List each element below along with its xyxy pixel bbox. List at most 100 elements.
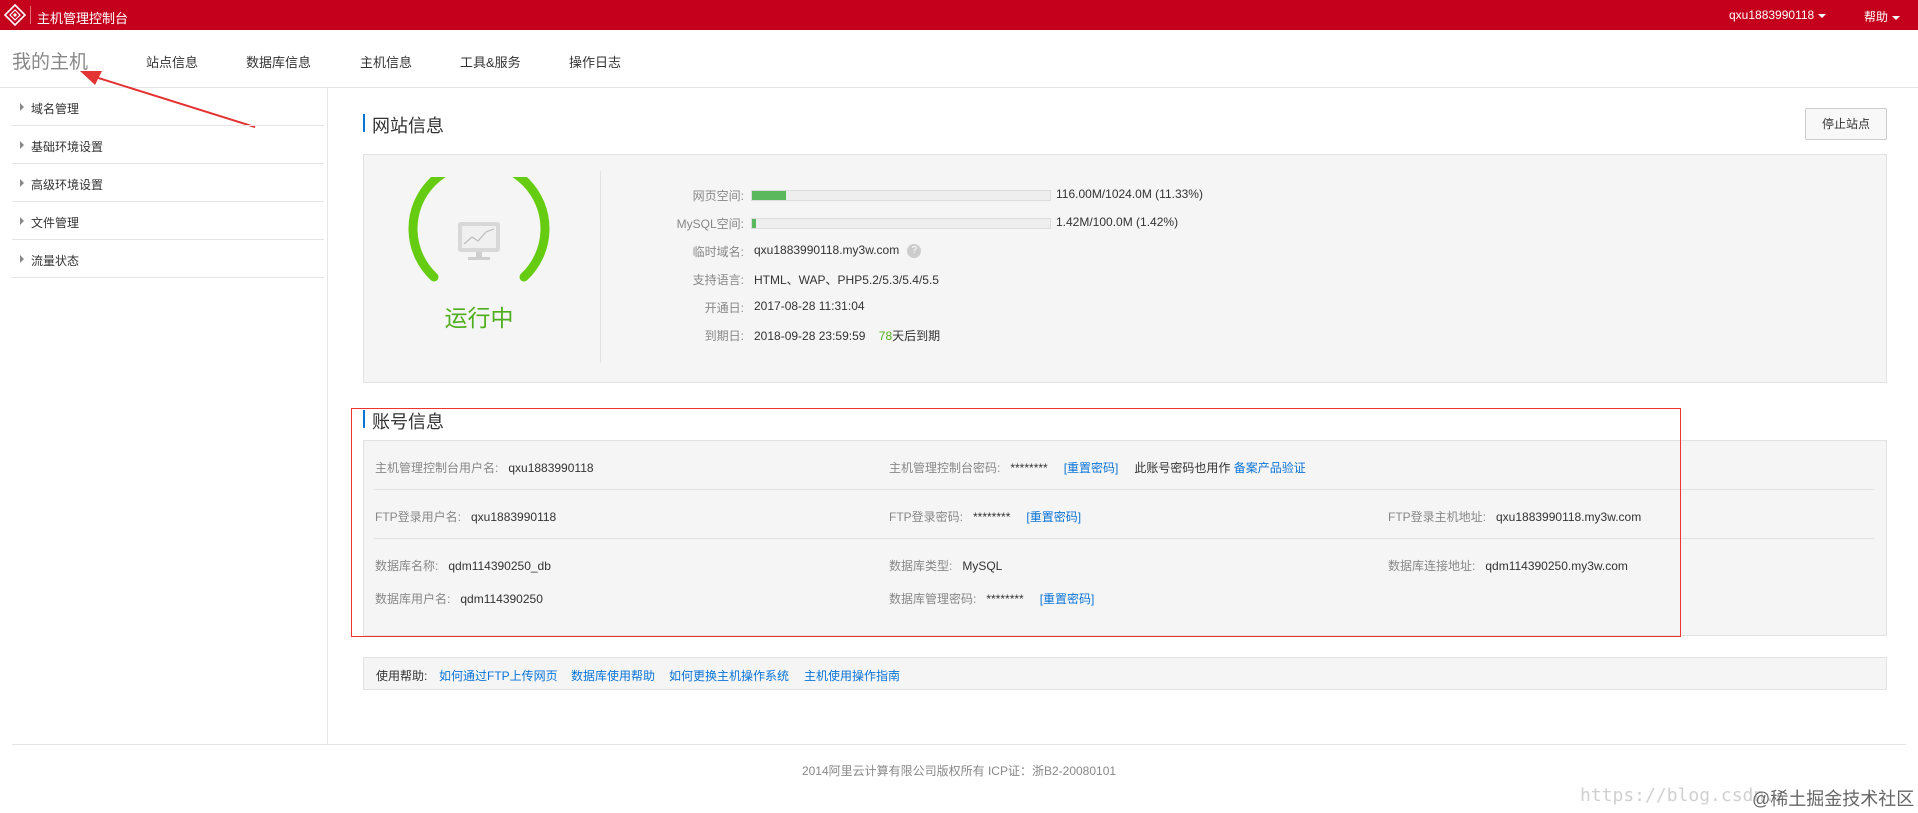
- help-label: 帮助: [1864, 10, 1889, 24]
- ftp-username-field: FTP登录用户名: qxu1883990118: [375, 508, 556, 525]
- sidebar-item-advanced-env[interactable]: 高级环境设置: [12, 164, 324, 202]
- sidebar-item-label: 域名管理: [31, 102, 80, 116]
- expire-date-value: 2018-09-28 23:59:59: [754, 329, 866, 343]
- web-space-fill: [752, 191, 786, 200]
- nav-item-tools-services[interactable]: 工具&服务: [460, 52, 521, 71]
- sidebar-item-domain[interactable]: 域名管理: [12, 88, 324, 126]
- open-date-value: 2017-08-28 11:31:04: [754, 299, 865, 313]
- row-divider: [374, 489, 1874, 490]
- help-link-ftp-upload[interactable]: 如何通过FTP上传网页: [439, 667, 558, 684]
- sidebar-item-label: 文件管理: [31, 216, 80, 230]
- db-password-value: ********: [986, 592, 1024, 606]
- sidebar-item-basic-env[interactable]: 基础环境设置: [12, 126, 324, 164]
- console-password-field: 主机管理控制台密码: ******** [重置密码] 此账号密码也用作 备案产品验证: [889, 459, 1306, 476]
- chevron-down-icon: [1892, 15, 1901, 20]
- help-bar: 使用帮助: 如何通过FTP上传网页 数据库使用帮助 如何更换主机操作系统 主机使…: [363, 657, 1887, 690]
- help-menu[interactable]: 帮助: [1864, 8, 1901, 25]
- watermark-brand: @稀土掘金技术社区: [1752, 789, 1915, 809]
- mysql-space-label: MySQL空间:: [676, 217, 744, 231]
- mysql-space-fill: [752, 219, 757, 228]
- site-info-panel: 运行中 网页空间: 116.00M/1024.0M (11.33%) MySQL…: [363, 154, 1887, 383]
- console-password-value: ********: [1010, 461, 1048, 475]
- web-space-value: 116.00M/1024.0M (11.33%): [1056, 187, 1203, 201]
- row-divider: [374, 538, 1874, 539]
- chevron-down-icon: [1818, 13, 1827, 18]
- console-title[interactable]: 主机管理控制台: [37, 8, 128, 27]
- caret-right-icon: [20, 103, 24, 111]
- sidebar: 域名管理 基础环境设置 高级环境设置 文件管理 流量状态: [12, 88, 324, 278]
- console-password-note: 此账号密码也用作: [1134, 461, 1231, 475]
- caret-right-icon: [20, 217, 24, 225]
- ftp-password-field: FTP登录密码: ******** [重置密码]: [889, 508, 1081, 525]
- mysql-space-bar: [751, 218, 1051, 229]
- reset-console-password-link[interactable]: [重置密码]: [1064, 461, 1119, 475]
- language-row: 支持语言: HTML、WAP、PHP5.2/5.3/5.4/5.5: [364, 271, 1464, 287]
- language-value: HTML、WAP、PHP5.2/5.3/5.4/5.5: [754, 273, 939, 287]
- ftp-host-label: FTP登录主机地址:: [1388, 510, 1486, 524]
- user-name: qxu1883990118: [1729, 8, 1815, 22]
- caret-right-icon: [20, 255, 24, 263]
- db-username-field: 数据库用户名: qdm114390250: [375, 590, 543, 607]
- account-info-title: 账号信息: [363, 408, 444, 434]
- db-host-field: 数据库连接地址: qdm114390250.my3w.com: [1388, 557, 1628, 574]
- topbar-divider: [30, 6, 31, 24]
- sidebar-item-label: 基础环境设置: [31, 140, 104, 154]
- temp-domain-label: 临时域名:: [692, 245, 744, 259]
- open-date-row: 开通日: 2017-08-28 11:31:04: [364, 299, 1464, 315]
- caret-right-icon: [20, 179, 24, 187]
- user-menu[interactable]: qxu1883990118: [1729, 8, 1827, 22]
- help-label: 使用帮助:: [376, 669, 428, 683]
- web-space-row: 网页空间: 116.00M/1024.0M (11.33%): [364, 187, 1464, 203]
- sidebar-item-traffic[interactable]: 流量状态: [12, 240, 324, 278]
- expire-date-row: 到期日: 2018-09-28 23:59:59 78天后到期: [364, 327, 1464, 343]
- stop-site-button[interactable]: 停止站点: [1805, 108, 1887, 140]
- ftp-host-field: FTP登录主机地址: qxu1883990118.my3w.com: [1388, 508, 1641, 525]
- help-link-guide[interactable]: 主机使用操作指南: [804, 667, 900, 684]
- expire-date-label: 到期日:: [704, 329, 744, 343]
- db-type-value: MySQL: [962, 559, 1003, 573]
- question-icon[interactable]: ?: [907, 243, 922, 258]
- reset-db-password-link[interactable]: [重置密码]: [1040, 592, 1095, 606]
- web-space-label: 网页空间:: [692, 189, 744, 203]
- caret-right-icon: [20, 141, 24, 149]
- sidebar-item-label: 高级环境设置: [31, 178, 104, 192]
- beian-verify-link[interactable]: 备案产品验证: [1234, 461, 1306, 475]
- db-password-label: 数据库管理密码:: [889, 592, 977, 606]
- watermark-url: https://blog.csdn.: [1580, 785, 1776, 806]
- sidebar-item-file-manager[interactable]: 文件管理: [12, 202, 324, 240]
- temp-domain-row: 临时域名: qxu1883990118.my3w.com?: [364, 243, 1464, 259]
- my-host-title[interactable]: 我的主机: [12, 47, 88, 74]
- ftp-username-label: FTP登录用户名:: [375, 510, 461, 524]
- open-date-label: 开通日:: [704, 301, 744, 315]
- language-label: 支持语言:: [692, 273, 744, 287]
- footer-copyright: 2014阿里云计算有限公司版权所有 ICP证：浙B2-20080101: [801, 764, 1117, 778]
- help-link-change-os[interactable]: 如何更换主机操作系统: [669, 667, 789, 684]
- temp-domain-value[interactable]: qxu1883990118.my3w.com: [754, 243, 899, 257]
- sidebar-divider: [327, 88, 328, 744]
- reset-ftp-password-link[interactable]: [重置密码]: [1026, 510, 1081, 524]
- nav-item-host-info[interactable]: 主机信息: [360, 52, 412, 71]
- ftp-username-value: qxu1883990118: [471, 510, 557, 524]
- account-info-panel: 主机管理控制台用户名: qxu1883990118 主机管理控制台密码: *****…: [363, 440, 1887, 636]
- db-type-field: 数据库类型: MySQL: [889, 557, 1002, 574]
- ftp-host-value: qxu1883990118.my3w.com: [1496, 510, 1642, 524]
- aliyun-logo-icon[interactable]: [4, 4, 26, 26]
- top-bar: 主机管理控制台 qxu1883990118 帮助: [0, 0, 1918, 30]
- nav-item-operation-log[interactable]: 操作日志: [569, 52, 621, 71]
- db-host-value: qdm114390250.my3w.com: [1485, 559, 1628, 573]
- web-space-bar: [751, 190, 1051, 201]
- db-host-label: 数据库连接地址:: [1388, 559, 1476, 573]
- mysql-space-row: MySQL空间: 1.42M/100.0M (1.42%): [364, 215, 1464, 231]
- db-name-value: qdm114390250_db: [448, 559, 551, 573]
- console-password-label: 主机管理控制台密码:: [889, 461, 1001, 475]
- sidebar-item-label: 流量状态: [31, 254, 80, 268]
- days-left: 78: [878, 329, 893, 343]
- ftp-password-label: FTP登录密码:: [889, 510, 963, 524]
- help-link-database[interactable]: 数据库使用帮助: [571, 667, 655, 684]
- mysql-space-value: 1.42M/100.0M (1.42%): [1056, 215, 1179, 229]
- db-username-label: 数据库用户名:: [375, 592, 451, 606]
- console-username-label: 主机管理控制台用户名:: [375, 461, 499, 475]
- db-type-label: 数据库类型:: [889, 559, 953, 573]
- ftp-password-value: ********: [973, 510, 1011, 524]
- console-username-value: qxu1883990118: [508, 461, 594, 475]
